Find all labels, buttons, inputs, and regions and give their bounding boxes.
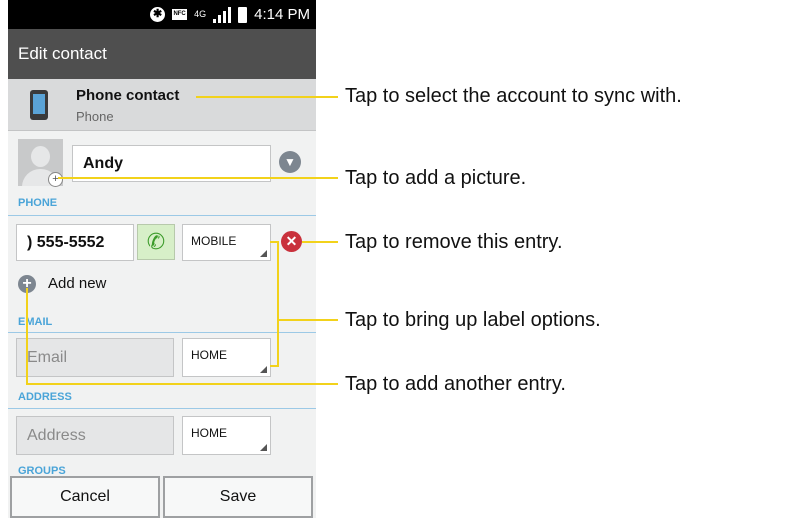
callout-add-entry: Tap to add another entry.	[345, 373, 566, 395]
bluetooth-icon: ✱	[150, 7, 166, 22]
phone-number-field[interactable]: ) 555-5552	[16, 224, 134, 261]
account-selector[interactable]: Phone contact Phone	[8, 79, 316, 131]
section-phone: PHONE	[18, 197, 58, 209]
add-icon[interactable]: +	[18, 275, 36, 293]
phone-icon	[30, 90, 48, 120]
battery-icon	[238, 6, 248, 23]
section-divider	[8, 215, 316, 216]
callout-label-options: Tap to bring up label options.	[345, 309, 601, 331]
section-address: ADDRESS	[18, 391, 72, 403]
signal-icon	[213, 6, 232, 23]
callout-account: Tap to select the account to sync with.	[345, 85, 682, 107]
chevron-down-icon[interactable]: ▼	[279, 151, 301, 173]
phone-screen: ✱ NFC 4G 4:14 PM Edit contact Phone cont…	[8, 0, 316, 518]
name-field[interactable]: Andy	[72, 145, 271, 182]
avatar-head	[31, 146, 50, 167]
status-bar: ✱ NFC 4G 4:14 PM	[8, 0, 316, 29]
email-field[interactable]: Email	[16, 338, 174, 377]
section-divider	[8, 332, 316, 333]
status-clock: 4:14 PM	[254, 6, 310, 23]
save-button[interactable]: Save	[163, 476, 313, 518]
address-label-select[interactable]: HOME	[182, 416, 271, 455]
cancel-button[interactable]: Cancel	[10, 476, 160, 518]
address-field[interactable]: Address	[16, 416, 174, 455]
callout-remove: Tap to remove this entry.	[345, 231, 563, 253]
account-title: Phone contact	[76, 87, 180, 104]
remove-entry-icon[interactable]: ✕	[281, 231, 302, 252]
account-subtitle: Phone	[76, 109, 114, 124]
add-photo-icon[interactable]: +	[48, 172, 63, 187]
call-icon[interactable]: ✆	[137, 224, 175, 260]
section-email: EMAIL	[18, 316, 53, 328]
email-label-select[interactable]: HOME	[182, 338, 271, 377]
add-new-button[interactable]: Add new	[48, 275, 106, 292]
callout-picture: Tap to add a picture.	[345, 167, 527, 189]
section-divider	[8, 408, 316, 409]
phone-label-select[interactable]: MOBILE	[182, 224, 271, 261]
nfc-icon: NFC	[172, 9, 188, 20]
lte-icon: 4G	[194, 9, 207, 19]
page-title: Edit contact	[8, 29, 316, 79]
